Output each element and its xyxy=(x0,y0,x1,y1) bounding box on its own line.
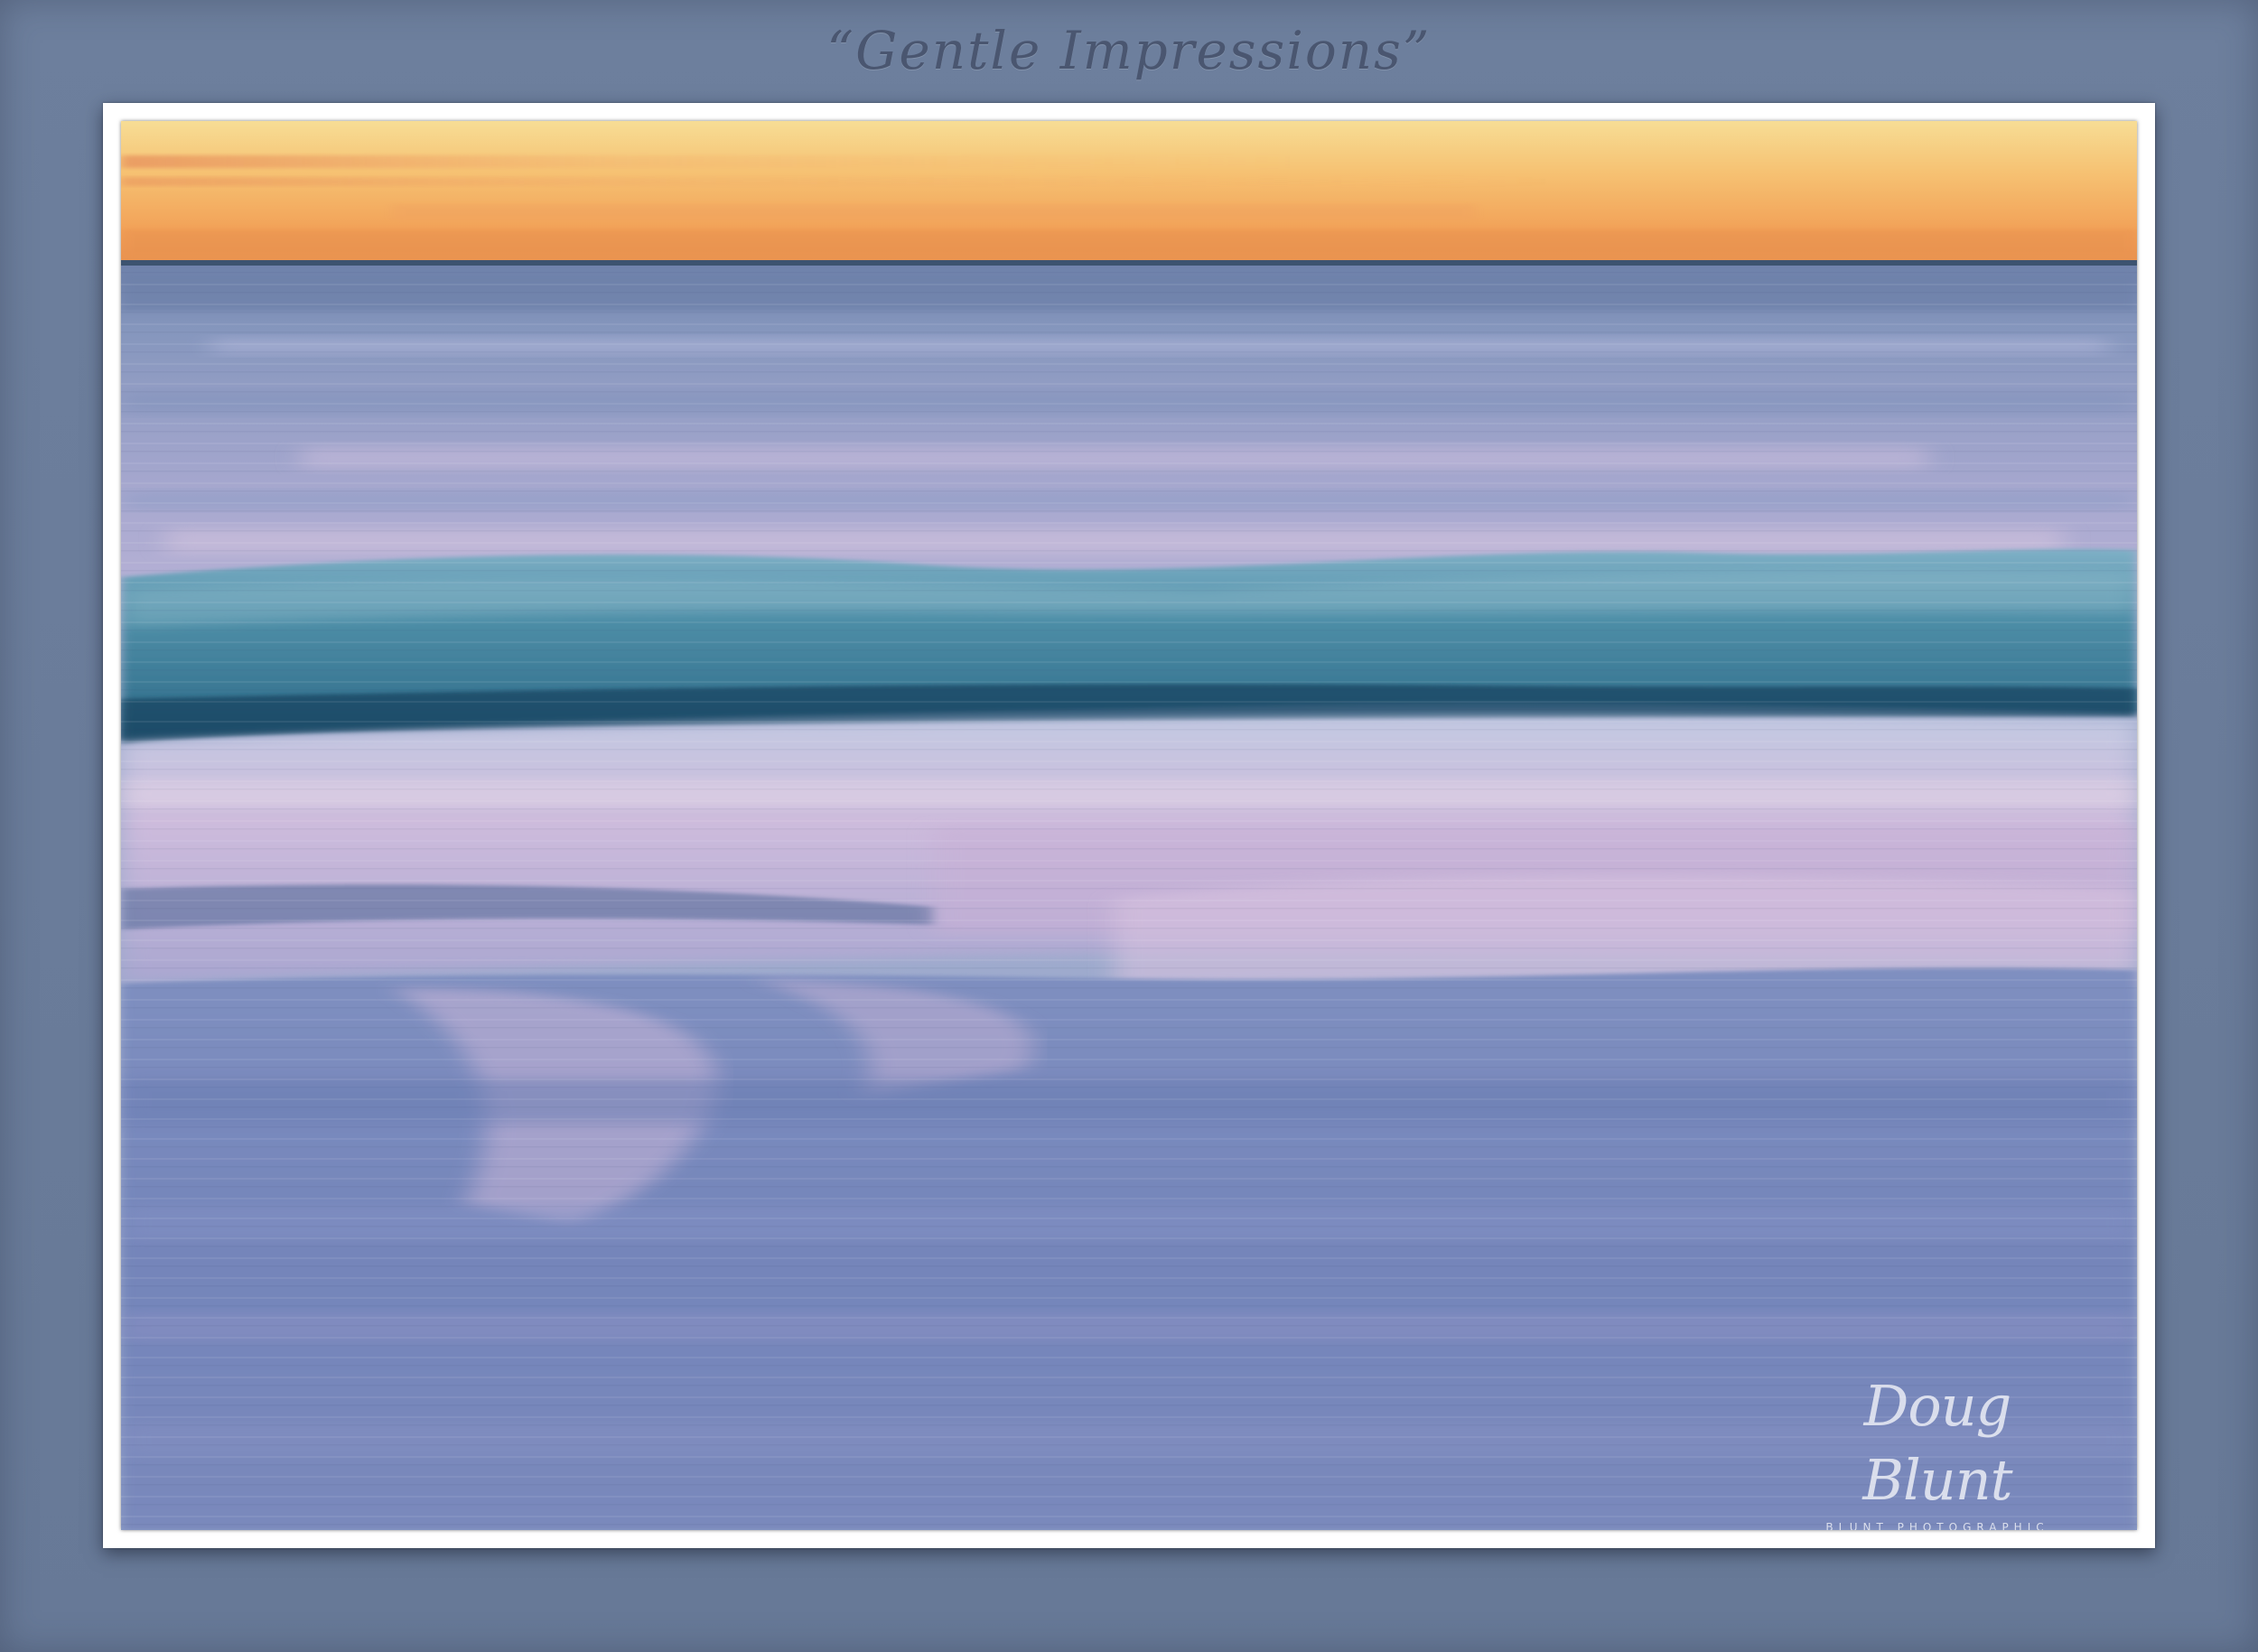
print-border: Doug Blunt BLUNT PHOTOGRAPHIC xyxy=(103,103,2155,1548)
watermark-signature: Doug Blunt xyxy=(1862,1373,2012,1513)
photo-title: “Gentle Impressions” xyxy=(826,20,1432,81)
seascape-image xyxy=(121,121,2137,1530)
watermark-studio: BLUNT PHOTOGRAPHIC xyxy=(1825,1521,2049,1530)
seascape-photo: Doug Blunt BLUNT PHOTOGRAPHIC xyxy=(121,121,2137,1530)
photo-mat: “Gentle Impressions” Doug Blunt BLUNT PH… xyxy=(0,0,2258,1652)
photographer-watermark: Doug Blunt BLUNT PHOTOGRAPHIC xyxy=(1797,1369,2077,1530)
